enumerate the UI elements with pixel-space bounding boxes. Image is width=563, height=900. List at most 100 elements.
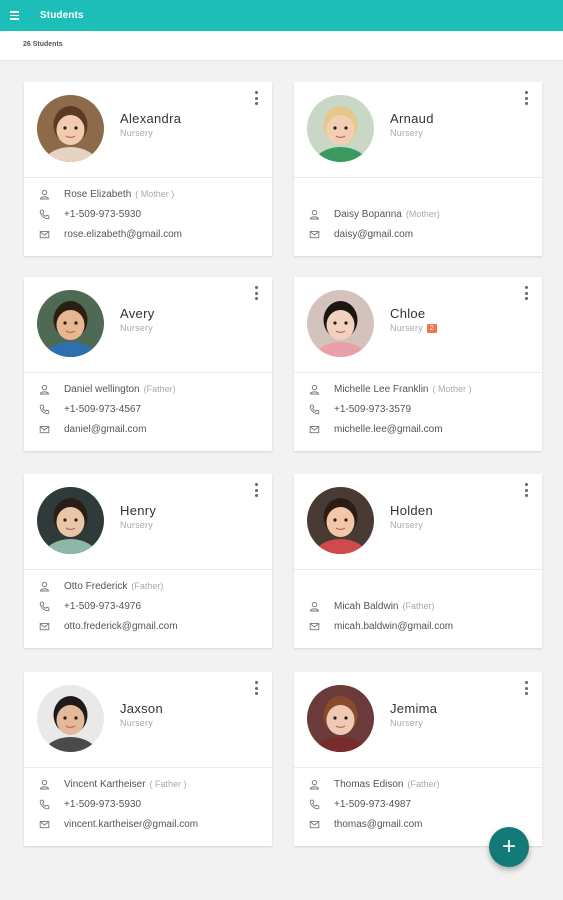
mail-icon (309, 621, 320, 632)
more-options-icon[interactable] (251, 91, 261, 107)
parent-info: Vincent Kartheiser ( Father ) +1-509-973… (39, 774, 260, 834)
email-row[interactable]: vincent.kartheiser@gmail.com (39, 814, 260, 834)
add-student-button[interactable]: + (489, 827, 529, 867)
more-options-icon[interactable] (521, 91, 531, 107)
more-options-icon[interactable] (251, 681, 261, 697)
email-row[interactable]: micah.baldwin@gmail.com (309, 616, 530, 636)
parent-phone: +1-509-973-4567 (64, 403, 142, 415)
student-avatar[interactable] (307, 487, 374, 554)
student-avatar[interactable] (307, 685, 374, 752)
mail-icon (309, 819, 320, 830)
phone-row[interactable]: +1-509-973-5930 (39, 794, 260, 814)
phone-icon (309, 799, 320, 810)
phone-row[interactable]: +1-509-973-3579 (309, 399, 530, 419)
mail-icon (309, 229, 320, 240)
student-grade: Nursery (120, 128, 153, 138)
grade-label: Nursery (390, 718, 423, 728)
app-bar: Students (0, 0, 563, 31)
parent-info: Daisy Bopanna (Mother) daisy@gmail.com (309, 204, 530, 244)
parent-name: Michelle Lee Franklin (334, 383, 429, 395)
notification-badge: 2 (426, 323, 437, 333)
parent-row: Rose Elizabeth ( Mother ) (39, 184, 260, 204)
student-card[interactable]: Alexandra Nursery Rose Elizabeth ( Mothe… (24, 82, 272, 256)
student-avatar[interactable] (37, 290, 104, 357)
student-card[interactable]: Jemima Nursery Thomas Edison (Father) +1… (294, 672, 542, 846)
phone-row[interactable]: +1-509-973-4987 (309, 794, 530, 814)
student-card[interactable]: Holden Nursery Micah Baldwin (Father) mi… (294, 474, 542, 648)
parent-row: Otto Frederick (Father) (39, 576, 260, 596)
student-grade: Nursery (390, 128, 423, 138)
student-header: Jaxson Nursery (24, 672, 272, 768)
student-avatar[interactable] (307, 95, 374, 162)
parent-info: Thomas Edison (Father) +1-509-973-4987 t… (309, 774, 530, 834)
student-header: Alexandra Nursery (24, 82, 272, 178)
parent-relation: (Mother) (405, 209, 440, 219)
student-grade: Nursery (120, 718, 153, 728)
parent-relation: (Father) (402, 601, 435, 611)
phone-row[interactable]: +1-509-973-4976 (39, 596, 260, 616)
parent-email: micah.baldwin@gmail.com (334, 620, 454, 632)
menu-icon[interactable] (10, 11, 36, 20)
student-name: Holden (390, 503, 433, 518)
parent-relation: (Father) (407, 779, 440, 789)
parent-name: Vincent Kartheiser (64, 778, 146, 790)
parent-email: otto.frederick@gmail.com (64, 620, 178, 632)
student-avatar[interactable] (37, 487, 104, 554)
student-card[interactable]: Avery Nursery Daniel wellington (Father)… (24, 277, 272, 451)
parent-email: daisy@gmail.com (334, 228, 414, 240)
person-icon (309, 779, 320, 790)
student-grade: Nursery (390, 520, 423, 530)
student-header: Henry Nursery (24, 474, 272, 570)
parent-relation: (Father) (131, 581, 164, 591)
mail-icon (39, 229, 50, 240)
parent-name: Daniel wellington (64, 383, 140, 395)
student-name: Alexandra (120, 111, 182, 126)
grade-label: Nursery (120, 128, 153, 138)
student-card[interactable]: Henry Nursery Otto Frederick (Father) +1… (24, 474, 272, 648)
student-card[interactable]: Chloe Nursery 2 Michelle Lee Franklin ( … (294, 277, 542, 451)
more-options-icon[interactable] (251, 286, 261, 302)
email-row[interactable]: rose.elizabeth@gmail.com (39, 224, 260, 244)
more-options-icon[interactable] (251, 483, 261, 499)
student-avatar[interactable] (37, 685, 104, 752)
student-header: Jemima Nursery (294, 672, 542, 768)
student-avatar[interactable] (37, 95, 104, 162)
person-icon (39, 581, 50, 592)
parent-relation: ( Father ) (149, 779, 187, 789)
parent-row: Thomas Edison (Father) (309, 774, 530, 794)
person-icon (39, 384, 50, 395)
email-row[interactable]: otto.frederick@gmail.com (39, 616, 260, 636)
parent-info: Micah Baldwin (Father) micah.baldwin@gma… (309, 596, 530, 636)
person-icon (309, 601, 320, 612)
parent-row: Michelle Lee Franklin ( Mother ) (309, 379, 530, 399)
phone-icon (39, 601, 50, 612)
email-row[interactable]: daniel@gmail.com (39, 419, 260, 439)
parent-email: vincent.kartheiser@gmail.com (64, 818, 199, 830)
email-row[interactable]: michelle.lee@gmail.com (309, 419, 530, 439)
parent-name: Rose Elizabeth (64, 188, 132, 200)
phone-icon (39, 799, 50, 810)
parent-relation: (Father) (143, 384, 176, 394)
student-header: Chloe Nursery 2 (294, 277, 542, 373)
parent-phone: +1-509-973-5930 (64, 798, 142, 810)
phone-row[interactable]: +1-509-973-5930 (39, 204, 260, 224)
parent-email: rose.elizabeth@gmail.com (64, 228, 182, 240)
parent-phone: +1-509-973-4987 (334, 798, 412, 810)
more-options-icon[interactable] (521, 286, 531, 302)
student-card[interactable]: Arnaud Nursery Daisy Bopanna (Mother) da… (294, 82, 542, 256)
more-options-icon[interactable] (521, 483, 531, 499)
parent-relation: ( Mother ) (135, 189, 175, 199)
student-name: Avery (120, 306, 155, 321)
mail-icon (39, 621, 50, 632)
student-header: Holden Nursery (294, 474, 542, 570)
parent-info: Michelle Lee Franklin ( Mother ) +1-509-… (309, 379, 530, 439)
phone-row[interactable]: +1-509-973-4567 (39, 399, 260, 419)
student-header: Avery Nursery (24, 277, 272, 373)
student-grade: Nursery (120, 520, 153, 530)
mail-icon (39, 424, 50, 435)
more-options-icon[interactable] (521, 681, 531, 697)
parent-email: michelle.lee@gmail.com (334, 423, 443, 435)
student-card[interactable]: Jaxson Nursery Vincent Kartheiser ( Fath… (24, 672, 272, 846)
student-avatar[interactable] (307, 290, 374, 357)
email-row[interactable]: daisy@gmail.com (309, 224, 530, 244)
